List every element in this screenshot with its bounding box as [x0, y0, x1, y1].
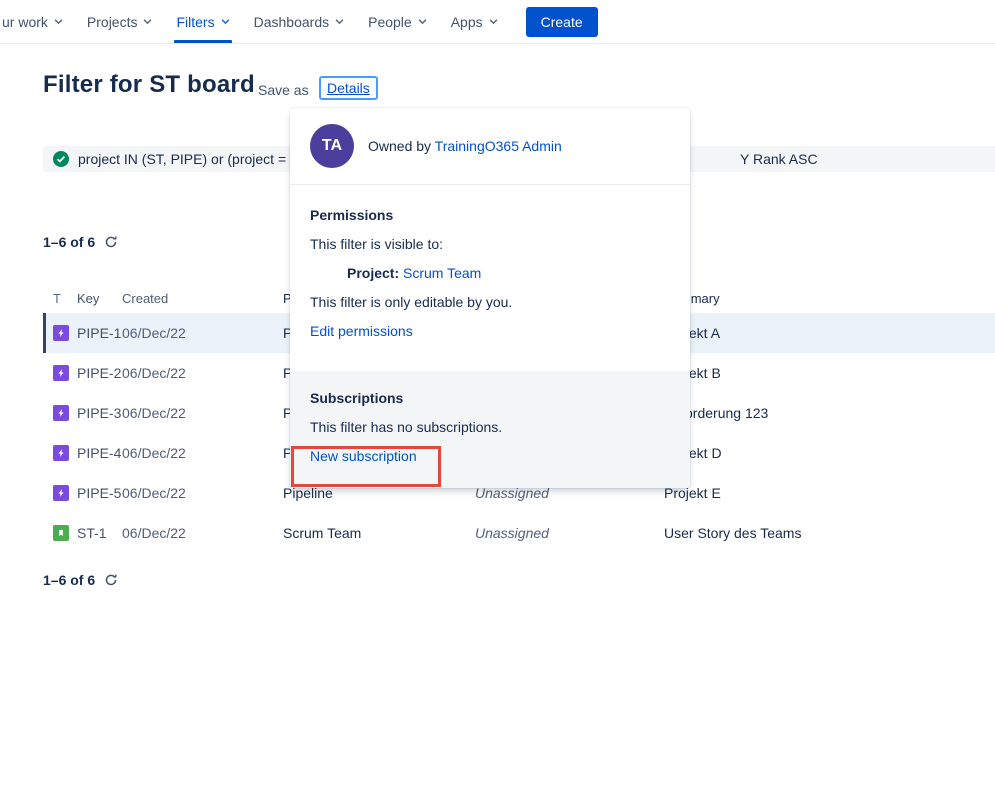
filter-details-popup: TA Owned by TrainingO365 Admin Permissio… [290, 108, 690, 488]
issue-key: PIPE-3 [77, 405, 122, 421]
issue-summary: Projekt E [664, 485, 995, 501]
issue-created: 06/Dec/22 [122, 525, 283, 541]
refresh-icon[interactable] [104, 235, 118, 249]
visible-to-text: This filter is visible to: [310, 236, 670, 252]
pagination-count: 1–6 of 6 [43, 572, 95, 588]
issue-created: 06/Dec/22 [122, 325, 283, 341]
column-header-key: Key [77, 291, 122, 306]
issue-type-pipeline-icon [53, 405, 69, 421]
chevron-down-icon [335, 17, 344, 26]
query-text-right: Y Rank ASC [740, 151, 818, 167]
chevron-down-icon [418, 17, 427, 26]
chevron-down-icon [489, 17, 498, 26]
column-header-summary: Summary [664, 291, 995, 306]
nav-item-label: Dashboards [254, 14, 330, 30]
issue-created: 06/Dec/22 [122, 445, 283, 461]
editable-text: This filter is only editable by you. [310, 294, 670, 310]
issue-assignee: Unassigned [475, 525, 664, 541]
issue-summary: Projekt D [664, 445, 995, 461]
visibility-project-link[interactable]: Scrum Team [399, 265, 481, 281]
issue-key: PIPE-4 [77, 445, 122, 461]
nav-item-apps[interactable]: Apps [439, 0, 510, 43]
issue-key: PIPE-1 [77, 325, 122, 341]
valid-query-check-icon [53, 151, 69, 167]
edit-permissions-link[interactable]: Edit permissions [310, 323, 413, 339]
nav-item-label: Filters [176, 14, 214, 30]
issue-created: 06/Dec/22 [122, 365, 283, 381]
nav-item-label: Projects [87, 14, 138, 30]
chevron-down-icon [221, 17, 230, 26]
owned-by-text: Owned by TrainingO365 Admin [368, 138, 562, 154]
nav-item-dashboards[interactable]: Dashboards [242, 0, 357, 43]
issue-type-pipeline-icon [53, 365, 69, 381]
subscriptions-text: This filter has no subscriptions. [310, 419, 670, 435]
issue-created: 06/Dec/22 [122, 485, 283, 501]
issue-summary: Projekt A [664, 325, 995, 341]
refresh-icon[interactable] [104, 573, 118, 587]
issue-key: PIPE-5 [77, 485, 122, 501]
column-header-type: T [53, 291, 77, 306]
nav-item-label: ur work [2, 14, 48, 30]
owner-section: TA Owned by TrainingO365 Admin [290, 108, 690, 185]
owner-name-link[interactable]: TrainingO365 Admin [435, 138, 562, 154]
subscriptions-section: Subscriptions This filter has no subscri… [290, 371, 690, 488]
subscriptions-heading: Subscriptions [310, 390, 670, 406]
issue-project: Scrum Team [283, 525, 475, 541]
visibility-line: Project: Scrum Team [310, 265, 670, 281]
create-button[interactable]: Create [526, 7, 598, 37]
nav-item-your-work[interactable]: ur work [0, 0, 75, 43]
nav-item-label: People [368, 14, 412, 30]
query-text-left: project IN (ST, PIPE) or (project = P [78, 151, 299, 167]
issue-summary: Anforderung 123 [664, 405, 995, 421]
issue-created: 06/Dec/22 [122, 405, 283, 421]
nav-item-label: Apps [451, 14, 483, 30]
pagination-count: 1–6 of 6 [43, 234, 95, 250]
permissions-section: Permissions This filter is visible to: P… [290, 185, 690, 371]
issue-key: ST-1 [77, 525, 122, 541]
details-link[interactable]: Details [319, 76, 378, 100]
issue-summary: User Story des Teams [664, 525, 995, 541]
issue-type-pipeline-icon [53, 445, 69, 461]
issue-type-pipeline-icon [53, 485, 69, 501]
owner-avatar: TA [310, 124, 354, 168]
chevron-down-icon [54, 17, 63, 26]
save-as-button[interactable]: Save as [250, 78, 317, 102]
visibility-type-label: Project: [347, 265, 399, 281]
new-subscription-link[interactable]: New subscription [310, 448, 417, 464]
issue-type-story-icon [53, 525, 69, 541]
issue-type-pipeline-icon [53, 325, 69, 341]
issue-summary: Projekt B [664, 365, 995, 381]
issue-key: PIPE-2 [77, 365, 122, 381]
pagination-top: 1–6 of 6 [43, 234, 118, 250]
table-row[interactable]: ST-1 06/Dec/22 Scrum Team Unassigned Use… [43, 513, 995, 553]
nav-item-filters[interactable]: Filters [164, 0, 241, 43]
top-navigation: ur work Projects Filters Dashboards Peop… [0, 0, 995, 44]
nav-item-people[interactable]: People [356, 0, 439, 43]
chevron-down-icon [143, 17, 152, 26]
nav-item-projects[interactable]: Projects [75, 0, 165, 43]
column-header-created: Created [122, 291, 283, 306]
permissions-heading: Permissions [310, 207, 670, 223]
page-title: Filter for ST board [43, 71, 255, 99]
pagination-bottom: 1–6 of 6 [43, 572, 118, 588]
